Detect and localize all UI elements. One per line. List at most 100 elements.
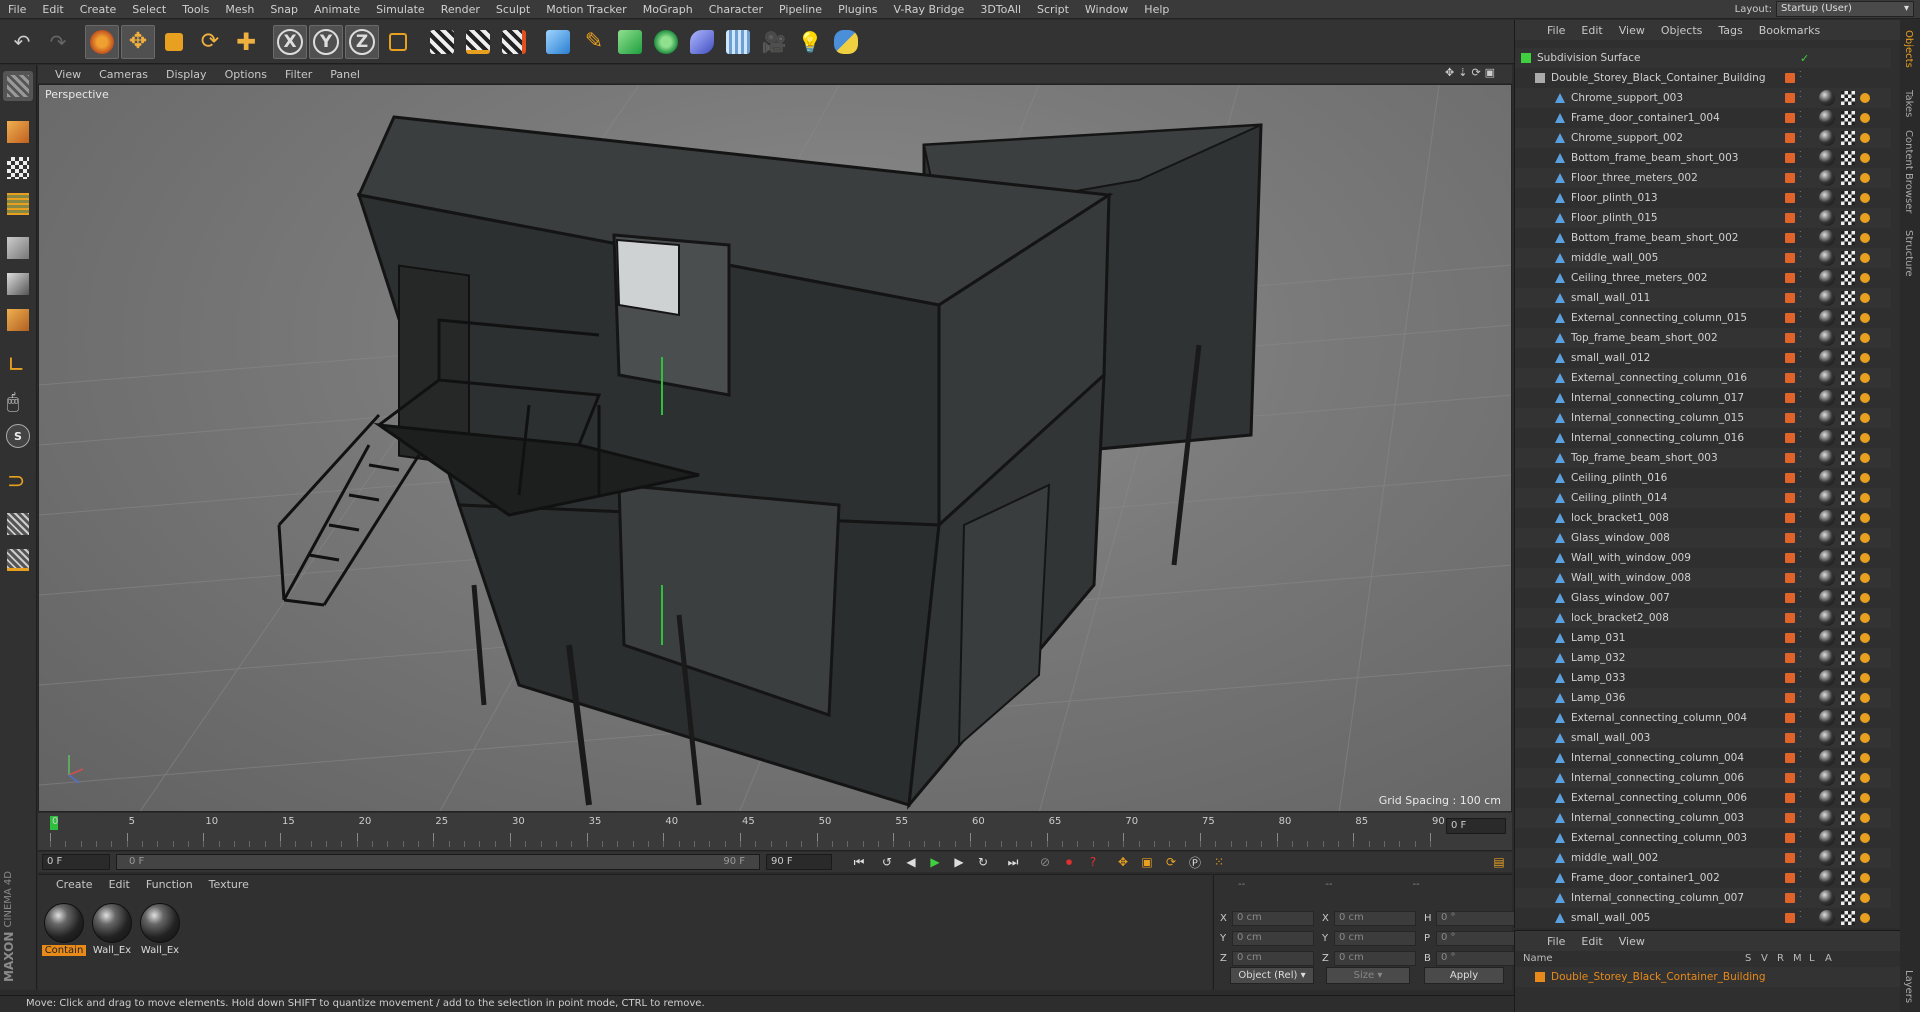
phong-tag-icon[interactable] (1860, 773, 1870, 783)
object-row[interactable]: small_wall_005 ⁚ (1515, 908, 1891, 926)
phong-tag-icon[interactable] (1860, 253, 1870, 263)
material-tag-icon[interactable] (1819, 110, 1835, 126)
texture-tag-icon[interactable] (1841, 411, 1855, 425)
phong-tag-icon[interactable] (1860, 193, 1870, 203)
visibility-dots-icon[interactable]: ⁚ (1799, 751, 1804, 765)
size-z-field[interactable]: 0 cm (1334, 951, 1416, 966)
phong-tag-icon[interactable] (1860, 793, 1870, 803)
motion-record-button[interactable]: ⊘ (1034, 853, 1056, 871)
phong-tag-icon[interactable] (1860, 713, 1870, 723)
side-tab-structure[interactable]: Structure (1903, 230, 1914, 277)
phong-tag-icon[interactable] (1860, 813, 1870, 823)
visibility-dots-icon[interactable]: ⁚ (1799, 651, 1804, 665)
visibility-dots-icon[interactable]: ⁚ (1799, 451, 1804, 465)
go-to-start-button[interactable]: ⏮ (848, 853, 870, 871)
maximize-icon[interactable]: ▣ (1485, 66, 1495, 79)
viewport-menu-view[interactable]: View (46, 68, 90, 81)
texture-tag-icon[interactable] (1841, 431, 1855, 445)
material-tag-icon[interactable] (1819, 250, 1835, 266)
material-menu-edit[interactable]: Edit (101, 878, 138, 891)
viewport-menu-cameras[interactable]: Cameras (90, 68, 157, 81)
texture-tag-icon[interactable] (1841, 731, 1855, 745)
position-z-field[interactable]: 0 cm (1232, 951, 1314, 966)
object-row[interactable]: middle_wall_002 ⁚ (1515, 848, 1891, 868)
object-row[interactable]: Internal_connecting_column_007 ⁚ (1515, 888, 1891, 908)
key-scale-button[interactable]: ▣ (1136, 853, 1158, 871)
material-menu-function[interactable]: Function (138, 878, 201, 891)
phong-tag-icon[interactable] (1860, 373, 1870, 383)
material-tag-icon[interactable] (1819, 230, 1835, 246)
lock-workplane-button[interactable] (3, 509, 33, 539)
visibility-dots-icon[interactable]: ⁚ (1799, 811, 1804, 825)
y-axis-button[interactable]: Y (309, 24, 343, 59)
menu-mograph[interactable]: MoGraph (635, 3, 701, 16)
object-menu-bookmarks[interactable]: Bookmarks (1751, 24, 1828, 37)
object-row[interactable]: Lamp_033 ⁚ (1515, 668, 1891, 688)
material-tag-icon[interactable] (1819, 530, 1835, 546)
texture-mode-button[interactable] (3, 153, 33, 183)
visibility-dots-icon[interactable]: ⁚ (1799, 631, 1804, 645)
texture-tag-icon[interactable] (1841, 771, 1855, 785)
material-tag-icon[interactable] (1819, 630, 1835, 646)
previous-frame-button[interactable]: ◀ (900, 853, 922, 871)
material-tag-icon[interactable] (1819, 470, 1835, 486)
object-row[interactable]: Frame_door_container1_002 ⁚ (1515, 868, 1891, 888)
material-tag-icon[interactable] (1819, 750, 1835, 766)
material-tag-icon[interactable] (1819, 310, 1835, 326)
camera-button[interactable]: 🎥 (757, 25, 791, 59)
visibility-dots-icon[interactable]: ⁚ (1799, 571, 1804, 585)
rotation-p-field[interactable]: 0 ° (1436, 931, 1516, 946)
enabled-check-icon[interactable]: ✓ (1800, 52, 1809, 65)
texture-tag-icon[interactable] (1841, 671, 1855, 685)
material-tag-icon[interactable] (1819, 610, 1835, 626)
texture-tag-icon[interactable] (1841, 651, 1855, 665)
material-tag-icon[interactable] (1819, 490, 1835, 506)
visibility-dots-icon[interactable]: ⁚ (1799, 291, 1804, 305)
material-tag-icon[interactable] (1819, 570, 1835, 586)
texture-tag-icon[interactable] (1841, 391, 1855, 405)
play-button[interactable]: ▶ (924, 853, 946, 871)
visibility-dots-icon[interactable]: ⁚ (1799, 891, 1804, 905)
object-row[interactable]: External_connecting_column_003 ⁚ (1515, 828, 1891, 848)
edges-mode-button[interactable] (3, 269, 33, 299)
rotation-h-field[interactable]: 0 ° (1436, 911, 1516, 926)
3d-viewport[interactable]: Perspective Grid Spacing: 100 cm (38, 84, 1512, 812)
texture-tag-icon[interactable] (1841, 271, 1855, 285)
phong-tag-icon[interactable] (1860, 873, 1870, 883)
object-row[interactable]: Ceiling_three_meters_002 ⁚ (1515, 268, 1891, 288)
object-menu-tags[interactable]: Tags (1710, 24, 1750, 37)
size-x-field[interactable]: 0 cm (1334, 911, 1416, 926)
material-tag-icon[interactable] (1819, 90, 1835, 106)
dolly-icon[interactable]: ⇣ (1458, 66, 1467, 79)
menu-snap[interactable]: Snap (262, 3, 306, 16)
object-row[interactable]: External_connecting_column_004 ⁚ (1515, 708, 1891, 728)
render-picture-viewer-button[interactable] (461, 25, 495, 59)
object-row[interactable]: Internal_connecting_column_003 ⁚ (1515, 808, 1891, 828)
redo-button[interactable]: ↷ (41, 25, 75, 59)
texture-tag-icon[interactable] (1841, 531, 1855, 545)
timeline[interactable]: 0 5 10 15 20 25 30 35 40 45 50 55 60 65 70 75 80 85 90 0 F (38, 813, 1512, 851)
texture-tag-icon[interactable] (1841, 751, 1855, 765)
menu-character[interactable]: Character (701, 3, 771, 16)
phong-tag-icon[interactable] (1860, 593, 1870, 603)
texture-tag-icon[interactable] (1841, 631, 1855, 645)
rotate-tool-button[interactable]: ⟳ (193, 25, 227, 59)
next-frame-button[interactable]: ▶ (948, 853, 970, 871)
light-button[interactable]: 💡 (793, 25, 827, 59)
menu-tools[interactable]: Tools (174, 3, 217, 16)
python-button[interactable] (829, 25, 863, 59)
key-rotation-button[interactable]: ⟳ (1160, 853, 1182, 871)
menu-v-ray-bridge[interactable]: V-Ray Bridge (885, 3, 972, 16)
visibility-dots-icon[interactable]: ⁚ (1799, 731, 1804, 745)
pen-button[interactable]: ✎ (577, 25, 611, 59)
visibility-dots-icon[interactable]: ⁚ (1799, 771, 1804, 785)
visibility-dots-icon[interactable]: ⁚ (1799, 511, 1804, 525)
menu-mesh[interactable]: Mesh (217, 3, 262, 16)
viewport-menu-filter[interactable]: Filter (276, 68, 321, 81)
texture-tag-icon[interactable] (1841, 571, 1855, 585)
phong-tag-icon[interactable] (1860, 613, 1870, 623)
visibility-dots-icon[interactable]: ⁚ (1799, 151, 1804, 165)
menu-window[interactable]: Window (1077, 3, 1136, 16)
current-frame-field[interactable]: 0 F (1446, 818, 1506, 834)
scale-tool-button[interactable] (157, 25, 191, 59)
